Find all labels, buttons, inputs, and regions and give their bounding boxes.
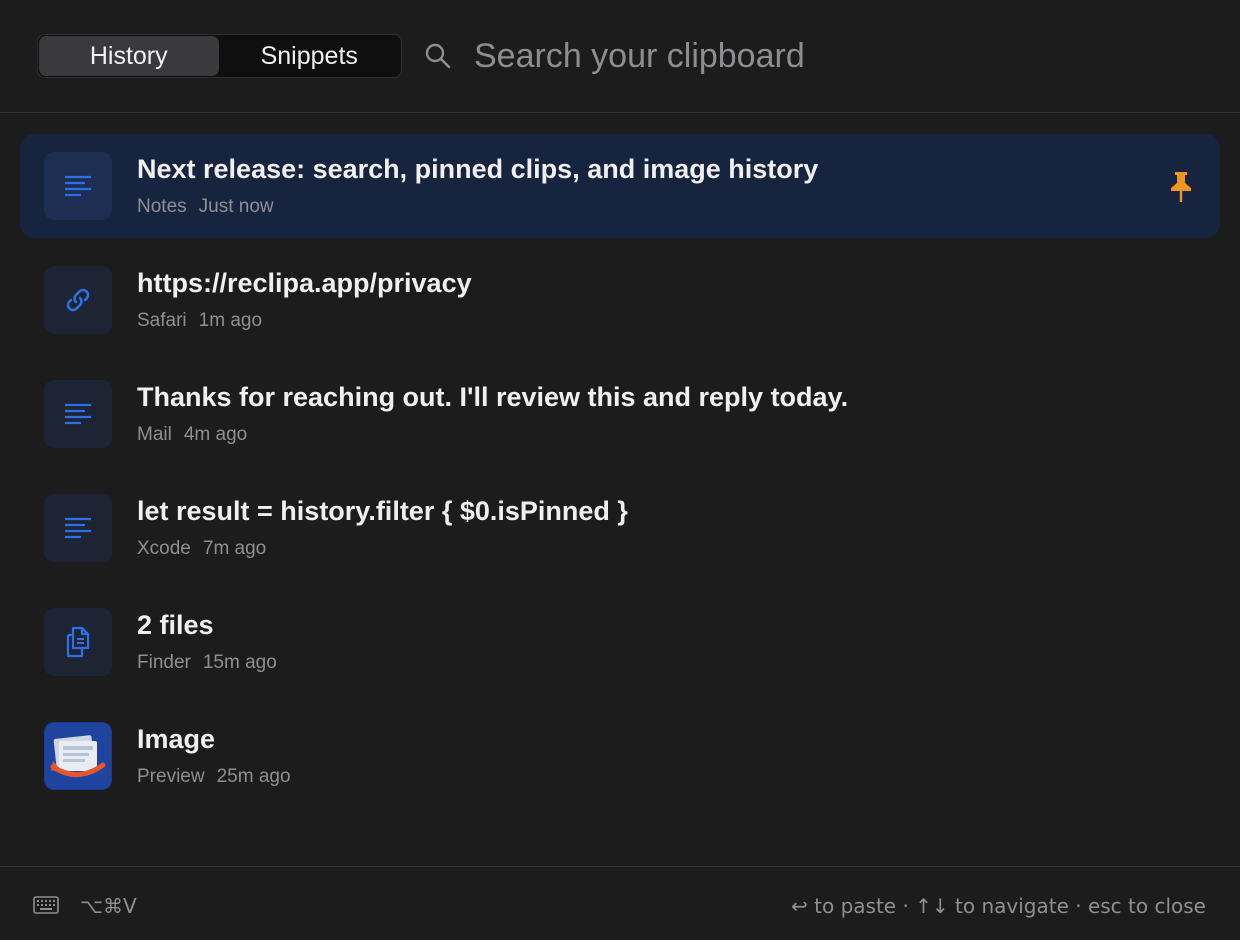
keyboard-hints: ↩ to paste · ↑↓ to navigate · esc to clo…: [791, 894, 1206, 918]
item-meta: Mail 4m ago: [137, 424, 247, 446]
clip-list: Next release: search, pinned clips, and …: [20, 134, 1220, 818]
header: History Snippets: [0, 0, 1240, 113]
item-time: 25m ago: [216, 766, 291, 787]
list-item[interactable]: Image Preview 25m ago: [20, 704, 1220, 808]
item-time: 15m ago: [202, 652, 277, 673]
text-lines-icon: [44, 380, 112, 448]
item-time: 7m ago: [202, 538, 267, 559]
item-meta: Preview 25m ago: [137, 766, 291, 788]
item-title: https://reclipa.app/privacy: [137, 268, 472, 298]
item-title: let result = history.filter { $0.isPinne…: [137, 496, 628, 526]
list-item[interactable]: https://reclipa.app/privacy Safari 1m ago: [20, 248, 1220, 352]
item-title: Next release: search, pinned clips, and …: [137, 154, 819, 184]
tab-history[interactable]: History: [39, 36, 219, 76]
tab-snippets[interactable]: Snippets: [219, 36, 401, 76]
item-app: Notes: [137, 196, 187, 217]
global-shortcut-label: ⌥⌘V: [80, 894, 137, 918]
item-title: Image: [137, 724, 216, 754]
search-input[interactable]: [462, 30, 1182, 82]
keyboard-icon: [33, 896, 59, 914]
text-lines-icon: [44, 152, 112, 220]
item-app: Preview: [137, 766, 205, 787]
search-icon: [425, 43, 451, 69]
item-app: Xcode: [137, 538, 191, 559]
link-icon: [44, 266, 112, 334]
list-item[interactable]: 2 files Finder 15m ago: [20, 590, 1220, 694]
item-app: Safari: [137, 310, 187, 331]
list-item[interactable]: Next release: search, pinned clips, and …: [20, 134, 1220, 238]
item-app: Mail: [137, 424, 172, 445]
mode-segmented-control: History Snippets: [37, 34, 402, 78]
item-meta: Safari 1m ago: [137, 310, 262, 332]
clipboard-window: History Snippets Next release: search, p…: [0, 0, 1240, 940]
item-time: Just now: [198, 196, 274, 217]
list-item[interactable]: Thanks for reaching out. I'll review thi…: [20, 362, 1220, 466]
item-time: 1m ago: [198, 310, 263, 331]
documents-icon: [44, 608, 112, 676]
item-meta: Xcode 7m ago: [137, 538, 266, 560]
text-lines-icon: [44, 494, 112, 562]
pin-icon[interactable]: [1168, 170, 1194, 204]
item-meta: Notes Just now: [137, 196, 274, 218]
item-title: Thanks for reaching out. I'll review thi…: [137, 382, 849, 412]
preview-app-icon: [44, 722, 112, 790]
item-title: 2 files: [137, 610, 214, 640]
item-time: 4m ago: [183, 424, 248, 445]
item-app: Finder: [137, 652, 191, 673]
list-item[interactable]: let result = history.filter { $0.isPinne…: [20, 476, 1220, 580]
footer: ⌥⌘V ↩ to paste · ↑↓ to navigate · esc to…: [0, 866, 1240, 940]
item-meta: Finder 15m ago: [137, 652, 277, 674]
